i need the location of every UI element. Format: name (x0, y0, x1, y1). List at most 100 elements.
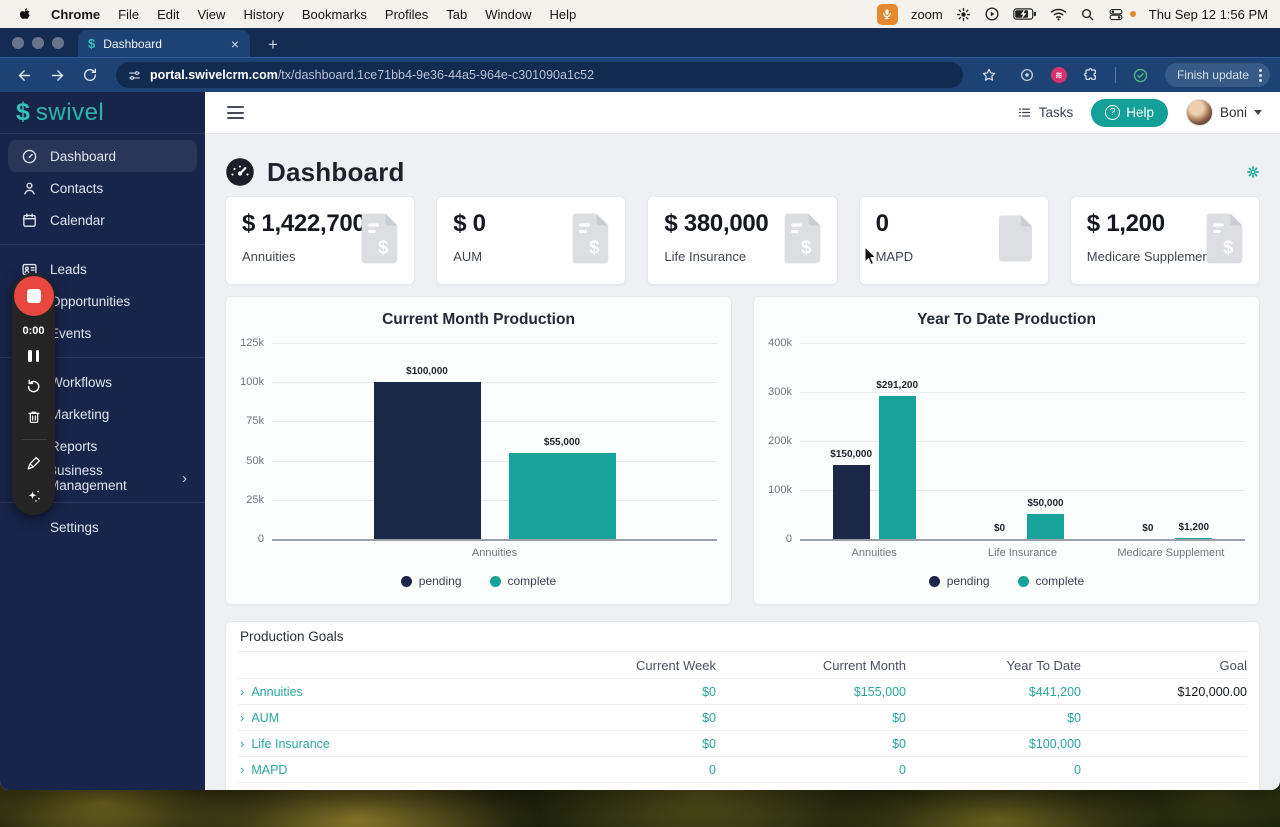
chart-plot-area: 0 100k 200k 300k 400k $150,000 $291,200 Annuiti… (768, 337, 1245, 559)
row-label-text: MAPD (251, 762, 288, 777)
record-stop-button[interactable] (13, 276, 54, 316)
zoom-menubar-label[interactable]: zoom (911, 7, 943, 22)
goal-cell: $0 (892, 736, 906, 751)
goal-row-label-annuities[interactable]: › Annuities (238, 684, 526, 699)
sidebar-item-label: Settings (50, 519, 99, 535)
battery-charging-icon[interactable] (1013, 7, 1037, 21)
record-effects-button[interactable] (25, 487, 43, 505)
finish-update-button[interactable]: Finish update (1164, 63, 1270, 87)
extension-camera-icon[interactable] (1013, 65, 1041, 85)
legend-item-complete[interactable]: complete (489, 574, 556, 588)
menu-items: Chrome File Edit View History Bookmarks Profil… (42, 7, 585, 22)
wifi-icon[interactable] (1050, 7, 1067, 21)
goal-row-label-aum[interactable]: › AUM (238, 710, 526, 725)
forward-button[interactable] (43, 65, 72, 86)
menubar-item-history[interactable]: History (234, 7, 292, 22)
settings-icon (20, 518, 38, 536)
record-delete-button[interactable] (26, 409, 42, 425)
goal-row-label-medicare-supplement[interactable]: › Medicare Supplement (238, 788, 526, 790)
apple-menu-icon[interactable] (18, 6, 32, 22)
goal-row-annuities: › Annuities $0 $155,000 $441,200 $120,000.00 (238, 678, 1247, 704)
window-close-button[interactable] (12, 36, 24, 49)
goal-cell: $0 (716, 789, 906, 791)
production-goals-title: Production Goals (238, 622, 1247, 652)
legend-dot (489, 575, 501, 587)
play-circle-icon[interactable] (984, 6, 1000, 22)
chevron-right-icon: › (182, 469, 187, 487)
menubar-item-edit[interactable]: Edit (148, 7, 188, 22)
sidebar-item-settings[interactable]: Settings (0, 511, 205, 543)
contacts-icon (20, 179, 38, 197)
back-button[interactable] (10, 65, 39, 86)
browser-menu-icon[interactable] (1257, 67, 1264, 84)
zoom-mic-icon[interactable] (876, 3, 898, 25)
user-avatar (1185, 99, 1213, 126)
site-settings-icon[interactable] (128, 69, 141, 82)
user-menu[interactable]: Boni (1185, 99, 1262, 126)
extensions-puzzle-icon[interactable] (1077, 65, 1105, 85)
goal-cell: $0 (702, 736, 716, 751)
menubar-clock[interactable]: Thu Sep 12 1:56 PM (1149, 7, 1268, 22)
control-center-icon[interactable] (1108, 7, 1124, 22)
sidebar-item-dashboard[interactable]: Dashboard (8, 140, 197, 172)
goal-row-label-life-insurance[interactable]: › Life Insurance (238, 736, 526, 751)
window-zoom-button[interactable] (52, 36, 64, 49)
goal-cell: $100,000 (1028, 736, 1081, 751)
y-axis-tick: 300k (768, 386, 792, 398)
new-tab-button[interactable]: + (262, 35, 284, 57)
legend-item-pending[interactable]: pending (928, 574, 990, 588)
record-draw-pen-button[interactable] (25, 455, 42, 472)
swivel-logo-icon: $ (16, 98, 30, 126)
swivel-logo[interactable]: $ swivel (0, 92, 205, 134)
svg-text:$: $ (801, 236, 811, 257)
record-pause-button[interactable] (28, 350, 39, 362)
menubar-item-help[interactable]: Help (541, 7, 586, 22)
stat-card-aum: $ $ 0 AUM (436, 196, 627, 285)
y-axis-tick: 75k (246, 415, 264, 428)
search-icon[interactable] (1080, 7, 1095, 22)
gridline (272, 382, 717, 384)
browser-tab-dashboard[interactable]: $ Dashboard × (78, 30, 250, 57)
bar-value-label: $50,000 (1027, 498, 1064, 509)
url-bar[interactable]: portal.swivelcrm.com/tx/dashboard.1ce71b… (116, 62, 963, 88)
window-minimize-button[interactable] (32, 36, 44, 49)
menubar-item-bookmarks[interactable]: Bookmarks (293, 7, 376, 22)
menubar-item-chrome[interactable]: Chrome (42, 7, 109, 22)
screen-recorder-toolbar: 0:00 (12, 273, 55, 515)
extension-pink-icon[interactable]: ≋ (1050, 67, 1067, 83)
chevron-right-icon: › (240, 762, 245, 777)
browser-window: $ Dashboard × + portal.swivelcrm.com/tx/… (0, 28, 1280, 790)
legend-item-complete[interactable]: complete (1017, 574, 1084, 588)
chevron-right-icon: › (240, 788, 244, 790)
tasks-label: Tasks (1038, 105, 1074, 120)
goal-cell: $0 (702, 684, 716, 699)
tab-close-icon[interactable]: × (228, 36, 242, 52)
dashboard-settings-gear-icon[interactable] (1246, 165, 1260, 179)
sun-icon[interactable] (956, 7, 971, 22)
shield-check-icon[interactable] (1126, 65, 1155, 86)
menubar-item-file[interactable]: File (109, 7, 148, 22)
goal-row-label-mapd[interactable]: › MAPD (238, 762, 526, 777)
x-axis-label: Medicare Supplement (1117, 547, 1225, 559)
url-text: portal.swivelcrm.com/tx/dashboard.1ce71b… (150, 68, 595, 82)
menubar-item-tab[interactable]: Tab (437, 7, 476, 22)
record-restart-button[interactable] (25, 377, 42, 394)
sidebar-item-calendar[interactable]: Calendar (0, 204, 205, 236)
svg-text:$: $ (378, 236, 388, 257)
menubar-item-window[interactable]: Window (476, 7, 540, 22)
chart-legend: pending complete (754, 574, 1259, 588)
menubar-item-view[interactable]: View (188, 7, 234, 22)
tasks-button[interactable]: Tasks (1017, 105, 1074, 120)
reload-button[interactable] (76, 65, 104, 85)
bar-pending-annuities (373, 382, 481, 539)
help-button[interactable]: ? Help (1091, 98, 1168, 127)
legend-item-pending[interactable]: pending (400, 574, 462, 588)
goal-cell: $0 (702, 710, 716, 725)
goal-cell: 0 (709, 762, 716, 777)
legend-dot (400, 575, 412, 587)
menubar-item-profiles[interactable]: Profiles (376, 7, 437, 22)
bookmark-star-icon[interactable] (975, 65, 1003, 85)
production-goals-card: Production Goals Current Week Current Mon… (225, 621, 1260, 790)
sidebar-toggle-hamburger-icon[interactable] (223, 102, 248, 123)
sidebar-item-contacts[interactable]: Contacts (0, 172, 205, 204)
